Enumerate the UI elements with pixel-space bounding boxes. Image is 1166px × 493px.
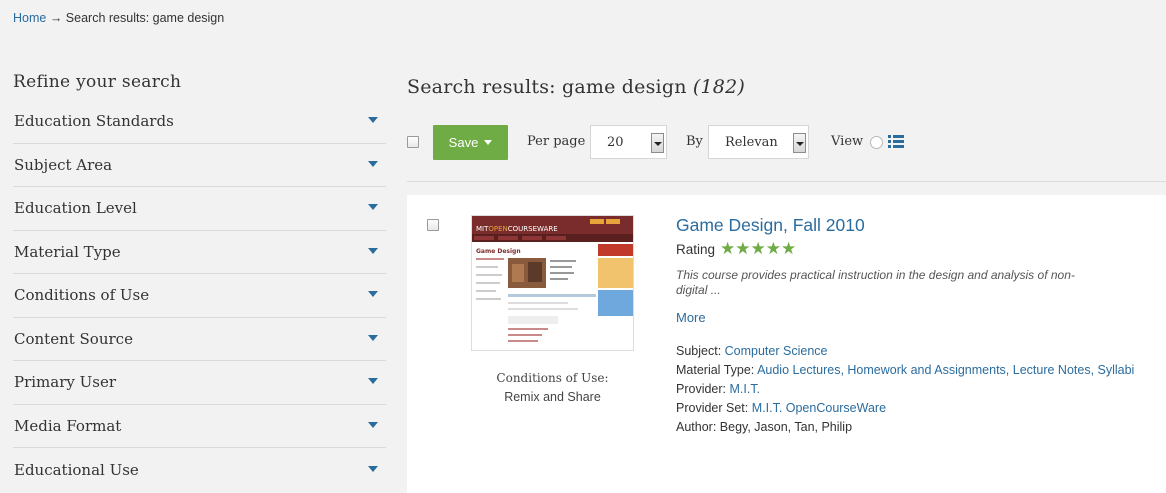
rating-label: Rating bbox=[676, 241, 716, 257]
result-info: Game Design, Fall 2010 Rating ★★★★★ This… bbox=[676, 215, 1146, 437]
facet-conditions-of-use[interactable]: Conditions of Use bbox=[13, 274, 386, 318]
sort-value: Relevan bbox=[725, 134, 778, 150]
result-thumbnail[interactable]: MITOPENCOURSEWARE Game Design bbox=[471, 215, 634, 351]
provider-link[interactable]: M.I.T. bbox=[730, 382, 761, 396]
sort-select[interactable]: Relevan bbox=[708, 125, 809, 159]
breadcrumb-separator: → bbox=[46, 11, 66, 25]
dropdown-arrow-icon bbox=[793, 133, 806, 153]
results-title: Search results: game design bbox=[407, 76, 687, 98]
facet-label: Material Type bbox=[14, 242, 121, 261]
facet-subject-area[interactable]: Subject Area bbox=[13, 144, 386, 187]
caret-down-icon bbox=[368, 421, 378, 428]
star-rating-icon: ★★★★★ bbox=[720, 239, 797, 258]
result-select-checkbox[interactable] bbox=[427, 219, 439, 231]
results-heading: Search results: game design (182) bbox=[407, 76, 1166, 98]
author-row: Author: Begy, Jason, Tan, Philip bbox=[676, 420, 853, 434]
list-view-icon[interactable] bbox=[888, 135, 904, 148]
facet-label: Education Level bbox=[14, 199, 137, 218]
provider-row: Provider: M.I.T. bbox=[676, 382, 761, 396]
conditions-of-use: Conditions of Use: Remix and Share bbox=[471, 369, 634, 407]
facet-label: Educational Use bbox=[14, 460, 139, 479]
subject-link[interactable]: Computer Science bbox=[725, 344, 828, 358]
provider-set-link[interactable]: M.I.T. OpenCourseWare bbox=[752, 401, 886, 415]
more-link[interactable]: More bbox=[676, 310, 1146, 325]
caret-down-icon bbox=[368, 247, 378, 254]
result-metadata: Subject: Computer Science Material Type:… bbox=[676, 342, 1146, 437]
facet-education-level[interactable]: Education Level bbox=[13, 187, 386, 231]
sidebar-title: Refine your search bbox=[13, 72, 182, 92]
select-all-checkbox[interactable] bbox=[407, 136, 419, 148]
caret-down-icon bbox=[368, 378, 378, 385]
facet-material-type[interactable]: Material Type bbox=[13, 231, 386, 274]
rating: Rating ★★★★★ bbox=[676, 239, 1146, 259]
results-main: Search results: game design (182) Save P… bbox=[407, 72, 1166, 493]
author-value: Begy, Jason, Tan, Philip bbox=[719, 420, 853, 434]
facet-label: Conditions of Use bbox=[14, 286, 150, 305]
breadcrumb-home-link[interactable]: Home bbox=[13, 11, 46, 25]
caret-down-icon bbox=[368, 204, 378, 211]
conditions-value: Remix and Share bbox=[504, 390, 601, 404]
facet-content-source[interactable]: Content Source bbox=[13, 318, 386, 361]
view-label: View bbox=[831, 134, 864, 149]
view-grid-radio[interactable] bbox=[870, 136, 883, 149]
material-type-row: Material Type: Audio Lectures, Homework … bbox=[676, 363, 1135, 377]
save-button[interactable]: Save bbox=[433, 125, 508, 160]
save-button-label: Save bbox=[448, 135, 479, 150]
result-card: MITOPENCOURSEWARE Game Design Conditions… bbox=[407, 195, 1166, 493]
facet-label: Education Standards bbox=[14, 112, 174, 131]
dropdown-arrow-icon bbox=[651, 133, 664, 153]
material-type-link[interactable]: Audio Lectures, Homework and Assignments… bbox=[757, 363, 1134, 377]
refine-sidebar: Refine your search Education Standards S… bbox=[13, 72, 386, 492]
subject-row: Subject: Computer Science bbox=[676, 344, 828, 358]
results-count: (182) bbox=[692, 76, 745, 98]
caret-down-icon bbox=[368, 291, 378, 298]
facet-primary-user[interactable]: Primary User bbox=[13, 361, 386, 405]
caret-down-icon bbox=[368, 334, 378, 341]
facet-media-format[interactable]: Media Format bbox=[13, 405, 386, 448]
result-title-link[interactable]: Game Design, Fall 2010 bbox=[676, 215, 1146, 236]
per-page-value: 20 bbox=[607, 134, 624, 150]
facet-education-standards[interactable]: Education Standards bbox=[13, 100, 386, 144]
conditions-label: Conditions of Use: bbox=[496, 371, 609, 385]
facet-label: Subject Area bbox=[14, 155, 113, 174]
facet-label: Media Format bbox=[14, 416, 122, 435]
breadcrumb-current: Search results: game design bbox=[65, 11, 225, 25]
breadcrumb: Home → Search results: game design bbox=[13, 11, 224, 25]
caret-down-icon bbox=[368, 465, 378, 472]
caret-down-icon bbox=[368, 160, 378, 167]
provider-set-row: Provider Set: M.I.T. OpenCourseWare bbox=[676, 401, 887, 415]
facet-label: Primary User bbox=[14, 373, 117, 392]
caret-down-icon bbox=[484, 140, 493, 145]
result-description: This course provides practical instructi… bbox=[676, 268, 1075, 297]
per-page-select[interactable]: 20 bbox=[590, 125, 667, 159]
thumb-page-title: Game Design bbox=[476, 248, 521, 255]
ocw-screenshot-thumbnail: MITOPENCOURSEWARE Game Design bbox=[472, 216, 633, 350]
thumb-brand: MITOPENCOURSEWARE bbox=[476, 225, 558, 233]
results-toolbar: Save Per page 20 By Relevan View bbox=[407, 125, 1166, 161]
facet-educational-use[interactable]: Educational Use bbox=[13, 448, 386, 492]
divider bbox=[407, 181, 1166, 182]
caret-down-icon bbox=[368, 117, 378, 124]
per-page-label: Per page bbox=[527, 134, 586, 149]
facet-label: Content Source bbox=[14, 329, 133, 348]
sort-label: By bbox=[686, 134, 703, 149]
